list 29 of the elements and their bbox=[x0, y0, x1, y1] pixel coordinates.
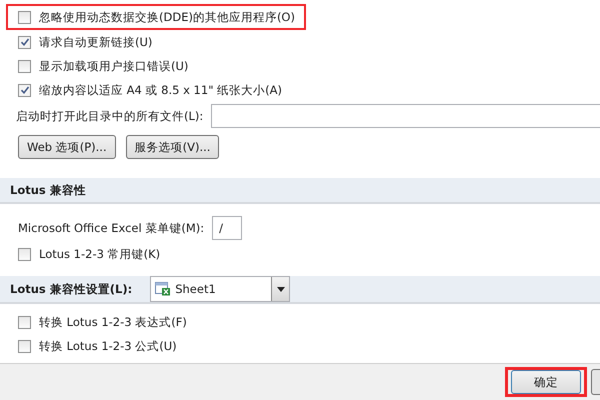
sheet-dropdown[interactable]: Sheet1 bbox=[150, 276, 290, 302]
checkbox-label: 显示加载项用户接口错误(U) bbox=[39, 58, 188, 74]
checkbox[interactable] bbox=[18, 248, 31, 260]
checkbox-label: 缩放内容以适应 A4 或 8.5 x 11" 纸张大小(A) bbox=[39, 82, 282, 98]
checkbox[interactable] bbox=[18, 60, 31, 72]
options-button[interactable]: 服务选项(V)... bbox=[126, 135, 220, 159]
checkbox-label: 请求自动更新链接(U) bbox=[39, 34, 152, 50]
field-label: Microsoft Office Excel 菜单键(M): bbox=[18, 220, 204, 236]
cancel-button[interactable] bbox=[591, 369, 600, 395]
section-title: Lotus 兼容性 bbox=[10, 182, 86, 198]
checkbox-label: 转换 Lotus 1-2-3 表达式(F) bbox=[39, 314, 187, 330]
checkbox-label: 忽略使用动态数据交换(DDE)的其他应用程序(O) bbox=[39, 10, 295, 24]
checkbox-label: Lotus 1-2-3 常用键(K) bbox=[39, 246, 160, 262]
checkbox-label: 转换 Lotus 1-2-3 公式(U) bbox=[39, 338, 177, 354]
checkbox[interactable] bbox=[18, 36, 31, 48]
section-title: Lotus 兼容性设置(L): bbox=[10, 282, 132, 296]
ok-button[interactable]: 确定 bbox=[511, 370, 581, 394]
sheet-icon bbox=[155, 282, 172, 296]
checkbox[interactable] bbox=[18, 340, 31, 352]
folder-field[interactable] bbox=[211, 104, 600, 128]
options-button[interactable]: Web 选项(P)... bbox=[18, 135, 116, 159]
menu-key-field[interactable]: / bbox=[212, 216, 242, 240]
dropdown-arrow-button[interactable] bbox=[271, 277, 290, 301]
field-label: 启动时打开此目录中的所有文件(L): bbox=[16, 108, 204, 124]
checkbox[interactable] bbox=[18, 316, 31, 328]
checkbox[interactable] bbox=[18, 84, 31, 96]
caret-icon bbox=[276, 286, 285, 292]
checkbox[interactable] bbox=[18, 10, 31, 24]
dropdown-value: Sheet1 bbox=[175, 282, 217, 296]
